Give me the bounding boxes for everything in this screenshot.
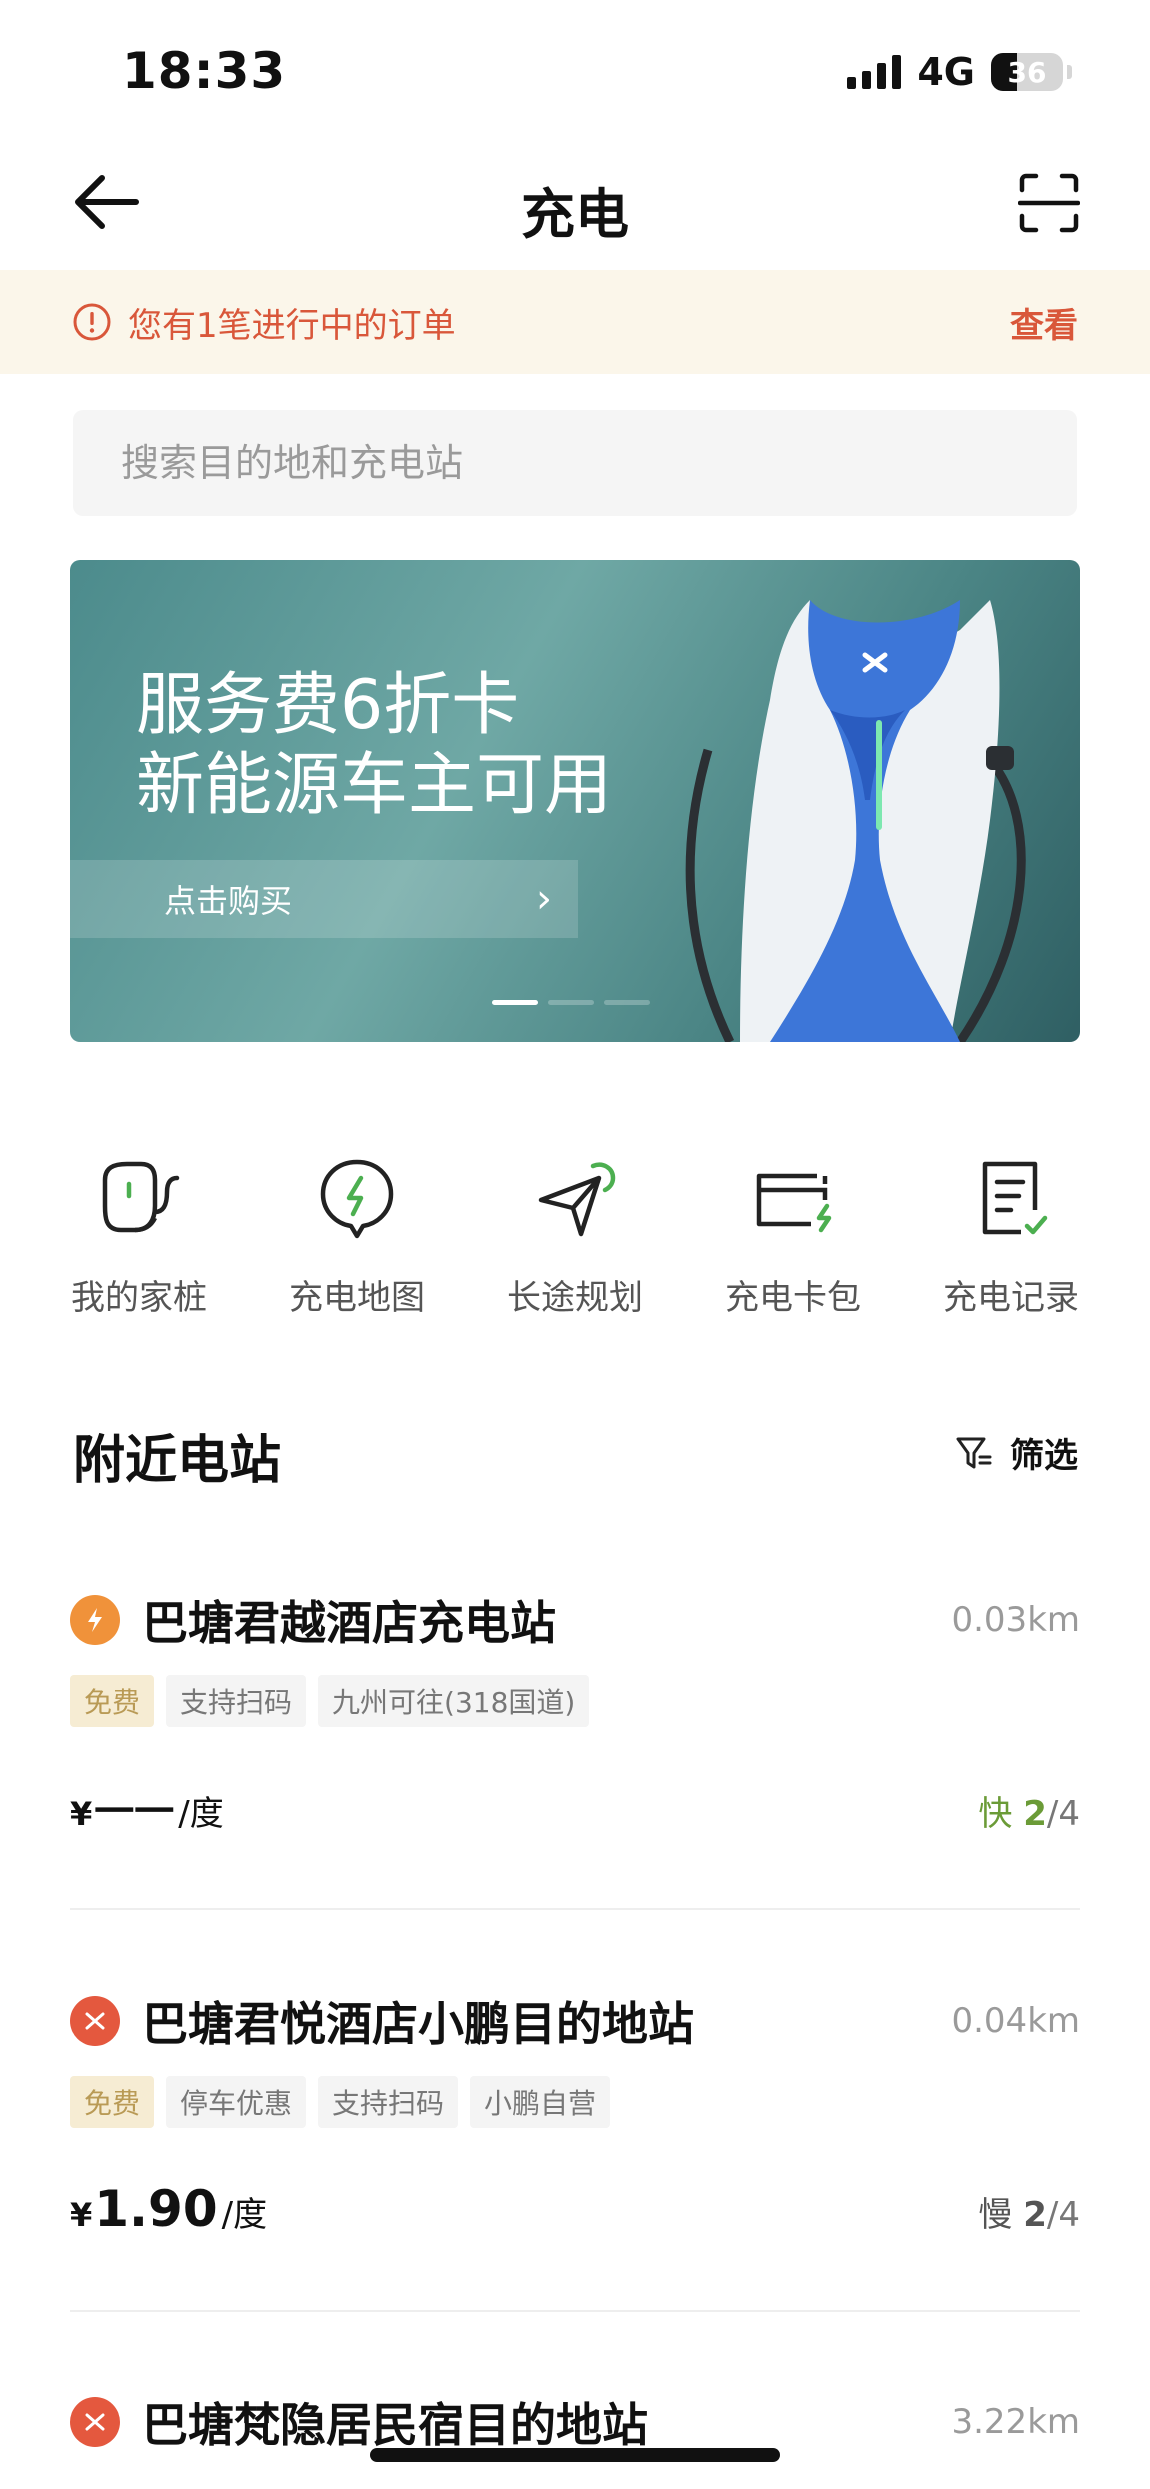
charger-availability: 快 2/4: [978, 1786, 1080, 1835]
station-card[interactable]: 巴塘君越酒店充电站 0.03km 免费 支持扫码 九州可往(318国道) ¥ 一…: [70, 1585, 1080, 1837]
charger-illustration: [685, 600, 1026, 1042]
tag: 停车优惠: [166, 2076, 307, 2128]
charger-availability: 慢 2/4: [978, 2187, 1080, 2236]
status-time: 18:33: [122, 42, 287, 100]
home-indicator[interactable]: [370, 2448, 780, 2462]
banner-dot: [492, 1000, 538, 1005]
available-count: 2: [1023, 2195, 1047, 2235]
menu-item-charge-record[interactable]: 充电记录: [902, 1150, 1120, 1319]
price-unit: /度: [178, 1794, 224, 1834]
filter-label: 筛选: [1010, 1436, 1078, 1476]
price-symbol: ¥: [70, 1795, 93, 1833]
banner-dot: [604, 1000, 650, 1005]
scan-icon: [1017, 173, 1081, 233]
signal-icon: [847, 55, 902, 89]
menu-label: 充电记录: [943, 1278, 1079, 1318]
charge-map-icon: [320, 1159, 394, 1239]
price-symbol: ¥: [70, 2196, 93, 2234]
station-tags: 免费 停车优惠 支持扫码 小鹏自营: [70, 2076, 1080, 2128]
ongoing-order-notice[interactable]: 您有1笔进行中的订单 查看: [0, 270, 1150, 374]
station-distance: 0.03km: [951, 1600, 1080, 1640]
promo-banner[interactable]: 服务费6折卡 新能源车主可用 点击购买 ›: [70, 560, 1080, 1042]
total-count: /4: [1046, 1794, 1080, 1834]
battery-level: 36: [1007, 55, 1047, 89]
chevron-right-icon: ›: [536, 876, 552, 922]
total-count: /4: [1046, 2195, 1080, 2235]
station-distance: 3.22km: [951, 2402, 1080, 2442]
menu-label: 充电地图: [289, 1278, 425, 1318]
view-order-link[interactable]: 查看: [1010, 298, 1078, 347]
card-wallet-icon: [756, 1173, 832, 1233]
filter-icon: [956, 1437, 992, 1468]
station-name: 巴塘君越酒店充电站: [142, 1596, 556, 1650]
tag: 支持扫码: [318, 2076, 459, 2128]
search-input[interactable]: [119, 440, 1023, 486]
available-count: 2: [1023, 1794, 1047, 1834]
search-box[interactable]: [73, 410, 1077, 516]
tag-free: 免费: [70, 2076, 155, 2128]
station-distance: 0.04km: [951, 2001, 1080, 2041]
banner-title: 服务费6折卡 新能源车主可用: [136, 666, 612, 826]
station-name: 巴塘君悦酒店小鹏目的地站: [142, 1997, 694, 2051]
route-plan-icon: [538, 1162, 616, 1237]
xpeng-logo-icon: [70, 2397, 120, 2447]
tag: 支持扫码: [166, 1675, 307, 1727]
quick-menu: 我的家桩 充电地图 长途规划 充电卡包 充电记录: [30, 1150, 1120, 1319]
home-charger-icon: [102, 1161, 180, 1233]
station-card[interactable]: 巴塘梵隐居民宿目的地站 3.22km: [70, 2387, 1080, 2457]
order-notice-text: 您有1笔进行中的订单: [128, 305, 456, 346]
menu-item-card-wallet[interactable]: 充电卡包: [684, 1150, 902, 1319]
station-name: 巴塘梵隐居民宿目的地站: [142, 2398, 648, 2452]
banner-dot: [548, 1000, 594, 1005]
station-card[interactable]: 巴塘君悦酒店小鹏目的地站 0.04km 免费 停车优惠 支持扫码 小鹏自营 ¥ …: [70, 1986, 1080, 2238]
page-title: 充电: [521, 183, 629, 246]
info-icon: [73, 303, 111, 341]
xpeng-logo-icon: [70, 1996, 120, 2046]
menu-label: 长途规划: [507, 1278, 643, 1318]
back-button[interactable]: [72, 172, 142, 232]
charger-kind: 快: [978, 1794, 1013, 1834]
scan-button[interactable]: [1017, 172, 1081, 234]
menu-item-route-plan[interactable]: 长途规划: [466, 1150, 684, 1319]
banner-title-line1: 服务费6折卡: [136, 666, 520, 745]
price-value: 一一: [94, 1789, 175, 1835]
charger-kind: 慢: [978, 2195, 1013, 2235]
divider: [70, 2310, 1080, 2312]
filter-button[interactable]: 筛选: [954, 1428, 1078, 1477]
battery-tip: [1067, 65, 1072, 79]
price-value: 1.90: [94, 2180, 218, 2238]
menu-item-charge-map[interactable]: 充电地图: [248, 1150, 466, 1319]
status-indicators: 4G 36: [847, 50, 1072, 94]
menu-label: 充电卡包: [725, 1278, 861, 1318]
station-tags: 免费 支持扫码 九州可往(318国道): [70, 1675, 1080, 1727]
tag: 九州可往(318国道): [318, 1675, 590, 1727]
network-type: 4G: [917, 50, 975, 94]
banner-buy-label: 点击购买: [164, 882, 293, 920]
banner-page-dots: [492, 1000, 650, 1005]
divider: [70, 1908, 1080, 1910]
price-unit: /度: [221, 2195, 268, 2235]
back-arrow-icon: [75, 175, 139, 229]
tag: 小鹏自营: [470, 2076, 611, 2128]
banner-title-line2: 新能源车主可用: [136, 746, 613, 825]
menu-item-home-charger[interactable]: 我的家桩: [30, 1150, 248, 1319]
tag-free: 免费: [70, 1675, 155, 1727]
charge-record-icon: [982, 1161, 1048, 1235]
banner-buy-button[interactable]: 点击购买 ›: [70, 860, 578, 938]
fast-charge-icon: [70, 1595, 120, 1645]
battery-icon: 36: [991, 53, 1063, 91]
nearby-title: 附近电站: [73, 1431, 282, 1491]
menu-label: 我的家桩: [71, 1278, 207, 1318]
